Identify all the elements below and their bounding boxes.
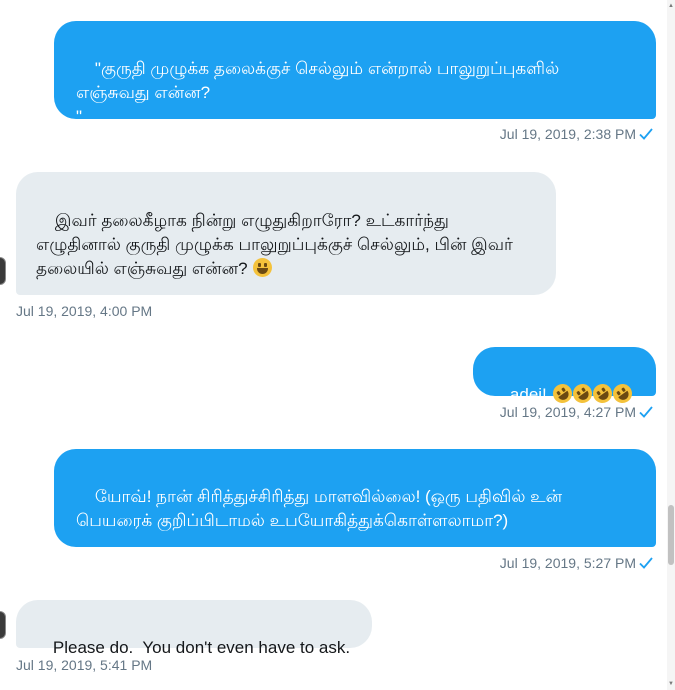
scrollbar-thumb[interactable] [668, 505, 674, 565]
checkmark-icon [639, 406, 653, 418]
scroll-down-arrow-icon[interactable]: ▼ [667, 680, 675, 688]
sent-message-bubble[interactable]: "குருதி முழுக்க தலைக்குச் செல்லும் என்றா… [54, 21, 656, 126]
timestamp-text: Jul 19, 2019, 4:27 PM [499, 404, 636, 420]
received-message-bubble[interactable]: இவர் தலைகீழாக நின்று எழுதுகிறாரோ? உட்கார… [16, 172, 556, 295]
sent-message-bubble[interactable]: adei! [473, 347, 656, 407]
conversation-thread: "குருதி முழுக்க தலைக்குச் செல்லும் என்றா… [0, 0, 675, 690]
timestamp-text: Jul 19, 2019, 4:00 PM [16, 303, 153, 319]
message-timestamp: Jul 19, 2019, 4:00 PM [16, 301, 152, 321]
grinning-face-emoji [253, 258, 273, 277]
message-timestamp: Jul 19, 2019, 5:27 PM [500, 553, 653, 573]
message-timestamp: Jul 19, 2019, 4:27 PM [500, 402, 653, 422]
sent-message-bubble[interactable]: யோவ்! நான் சிரித்துச்சிரித்து மாளவில்லை!… [54, 449, 656, 547]
message-text: யோவ்! நான் சிரித்துச்சிரித்து மாளவில்லை!… [76, 487, 567, 530]
timestamp-text: Jul 19, 2019, 5:27 PM [499, 555, 636, 571]
message-timestamp: Jul 19, 2019, 2:38 PM [500, 124, 653, 144]
checkmark-icon [639, 557, 653, 569]
timestamp-text: Jul 19, 2019, 2:38 PM [499, 126, 636, 142]
scroll-up-arrow-icon[interactable]: ▲ [667, 2, 675, 10]
user-avatar[interactable] [0, 257, 6, 285]
user-avatar[interactable] [0, 611, 6, 639]
message-text: "குருதி முழுக்க தலைக்குச் செல்லும் என்றா… [76, 59, 560, 126]
checkmark-icon [639, 128, 653, 140]
scrollbar[interactable]: ▲ ▼ [667, 0, 675, 690]
message-timestamp: Jul 19, 2019, 5:41 PM [16, 655, 152, 675]
message-text: இவர் தலைகீழாக நின்று எழுதுகிறாரோ? உட்கார… [36, 211, 518, 278]
timestamp-text: Jul 19, 2019, 5:41 PM [16, 657, 153, 673]
received-message-bubble[interactable]: Please do. You don't even have to ask. [16, 600, 372, 657]
